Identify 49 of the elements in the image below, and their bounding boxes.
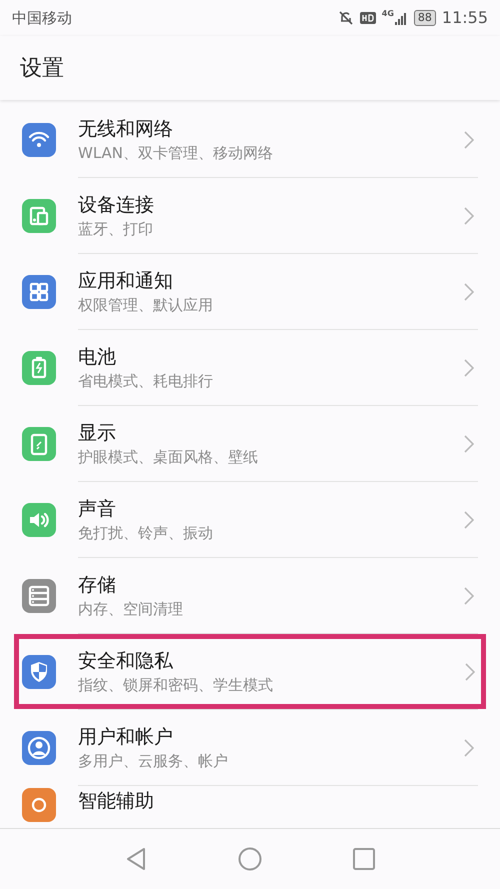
item-subtitle: WLAN、双卡管理、移动网络	[78, 142, 274, 164]
chevron-icon	[464, 510, 474, 528]
item-subtitle: 护眼模式、桌面风格、壁纸	[78, 446, 259, 468]
chevron-icon	[464, 434, 474, 452]
home-icon[interactable]	[238, 847, 262, 871]
item-title: 电池	[78, 344, 117, 370]
carrier-name: 中国移动	[12, 8, 72, 29]
settings-row[interactable]: 存储 内存、空间清理	[0, 558, 500, 633]
chevron-icon	[464, 282, 474, 300]
chevron-icon	[464, 358, 474, 376]
settings-row[interactable]: 显示 护眼模式、桌面风格、壁纸	[0, 406, 500, 481]
highlighted-settings-row[interactable]: 安全和隐私 指纹、锁屏和密码、学生模式	[14, 634, 486, 709]
battery-indicator: 88	[414, 10, 436, 26]
item-subtitle: 指纹、锁屏和密码、学生模式	[78, 674, 274, 696]
settings-row[interactable]: 声音 免打扰、铃声、振动	[0, 482, 500, 557]
chevron-icon	[464, 206, 474, 224]
item-title: 显示	[78, 420, 117, 446]
settings-row[interactable]: 应用和通知 权限管理、默认应用	[0, 254, 500, 329]
item-title: 存储	[78, 572, 117, 598]
item-title: 用户和帐户	[78, 724, 174, 750]
item-subtitle: 权限管理、默认应用	[78, 294, 214, 316]
settings-row[interactable]: 设备连接 蓝牙、打印	[0, 178, 500, 253]
chevron-icon	[465, 662, 475, 680]
chevron-icon	[464, 738, 474, 756]
item-subtitle: 多用户、云服务、帐户	[78, 750, 229, 772]
settings-row[interactable]: 电池 省电模式、耗电排行	[0, 330, 500, 405]
network-type: 4G	[382, 8, 394, 20]
chevron-icon	[464, 586, 474, 604]
item-subtitle: 省电模式、耗电排行	[78, 370, 214, 392]
item-title: 声音	[78, 496, 117, 522]
chevron-icon	[464, 130, 474, 148]
item-title: 无线和网络	[78, 116, 174, 142]
hd-icon	[360, 12, 376, 24]
item-title: 安全和隐私	[78, 648, 174, 674]
recents-icon[interactable]	[352, 848, 375, 870]
settings-row[interactable]: 无线和网络 WLAN、双卡管理、移动网络	[0, 102, 500, 177]
item-title: 智能辅助	[78, 789, 155, 814]
settings-row[interactable]: 智能辅助	[0, 786, 500, 828]
clock: 11:55	[442, 7, 488, 29]
item-subtitle: 免打扰、铃声、振动	[78, 522, 214, 544]
item-subtitle: 内存、空间清理	[78, 598, 184, 620]
mute-icon	[338, 10, 354, 26]
item-title: 应用和通知	[78, 268, 174, 294]
item-title: 设备连接	[78, 192, 155, 218]
signal-icon	[394, 11, 408, 25]
item-subtitle: 蓝牙、打印	[78, 218, 154, 240]
back-icon[interactable]	[125, 847, 148, 871]
page-title: 设置	[20, 54, 64, 82]
settings-row[interactable]: 用户和帐户 多用户、云服务、帐户	[0, 710, 500, 785]
